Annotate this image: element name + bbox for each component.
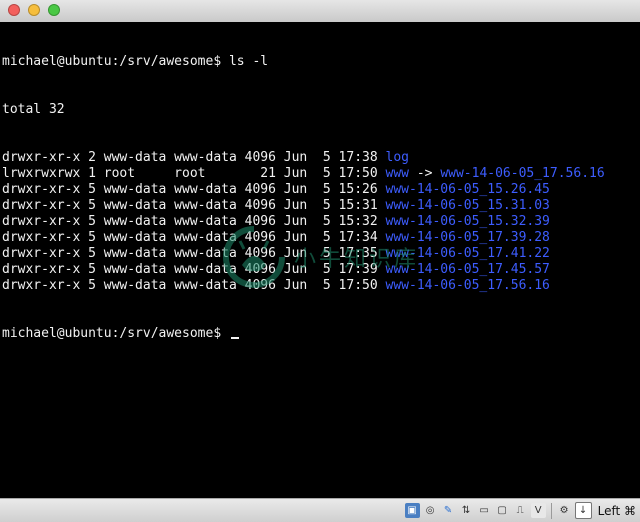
entry-name: www-14-06-05_15.31.03	[385, 198, 550, 213]
zoom-button[interactable]	[48, 4, 60, 16]
text-cursor	[230, 337, 239, 339]
row-meta: drwxr-xr-x 2 www-data www-data 4096 Jun …	[2, 150, 386, 165]
hdd-icon[interactable]: ▣	[404, 503, 420, 518]
folder-icon[interactable]: ▭	[477, 503, 492, 518]
entry-name: www-14-06-05_15.26.45	[385, 182, 550, 197]
row-meta: lrwxrwxrwx 1 root root 21 Jun 5 17:50	[2, 166, 386, 181]
row-meta: drwxr-xr-x 5 www-data www-data 4096 Jun …	[2, 198, 386, 213]
watermark: 小牛知识库	[222, 225, 419, 289]
symlink-arrow: ->	[409, 166, 441, 181]
close-button[interactable]	[8, 4, 20, 16]
listing-row: drwxr-xr-x 5 www-data www-data 4096 Jun …	[0, 182, 640, 198]
pencil-icon[interactable]: ✎	[441, 503, 456, 518]
status-bar: ▣ ◎ ✎ ⇅ ▭ ▢ ⎍ V ⚙ ↓ Left ⌘	[0, 498, 640, 522]
entry-name: log	[385, 150, 409, 165]
listing-row: lrwxrwxrwx 1 root root 21 Jun 5 17:50 ww…	[0, 166, 640, 182]
prompt-line: michael@ubuntu:/srv/awesome$	[0, 326, 640, 342]
capture-icon[interactable]: V	[530, 503, 546, 518]
total-line: total 32	[2, 102, 65, 117]
minimize-button[interactable]	[28, 4, 40, 16]
title-bar	[0, 0, 640, 23]
watermark-text: 小牛知识库	[294, 247, 420, 272]
settings-icon[interactable]: ⚙	[557, 503, 572, 518]
symlink-target: www-14-06-05_17.56.16	[440, 166, 605, 181]
listing-row: drwxr-xr-x 5 www-data www-data 4096 Jun …	[0, 198, 640, 214]
command-text: ls -l	[221, 54, 269, 69]
command-line: michael@ubuntu:/srv/awesome$ ls -l	[0, 54, 640, 70]
usb-icon[interactable]: ⇅	[459, 503, 474, 518]
prompt-text: michael@ubuntu:/srv/awesome$	[2, 54, 222, 69]
entry-name: www	[385, 166, 409, 181]
divider	[550, 502, 552, 519]
bull-logo-icon	[223, 226, 285, 288]
cd-icon[interactable]: ◎	[423, 503, 438, 518]
network-icon[interactable]: ⎍	[513, 503, 528, 518]
listing-row: drwxr-xr-x 2 www-data www-data 4096 Jun …	[0, 150, 640, 166]
prompt-text-2: michael@ubuntu:/srv/awesome$	[2, 326, 229, 341]
display-icon[interactable]: ▢	[495, 503, 510, 518]
row-meta: drwxr-xr-x 5 www-data www-data 4096 Jun …	[2, 182, 386, 197]
host-key-label: Left ⌘	[597, 503, 636, 518]
vm-window: michael@ubuntu:/srv/awesome$ ls -l total…	[0, 0, 640, 522]
arrow-down-icon[interactable]: ↓	[574, 502, 592, 519]
